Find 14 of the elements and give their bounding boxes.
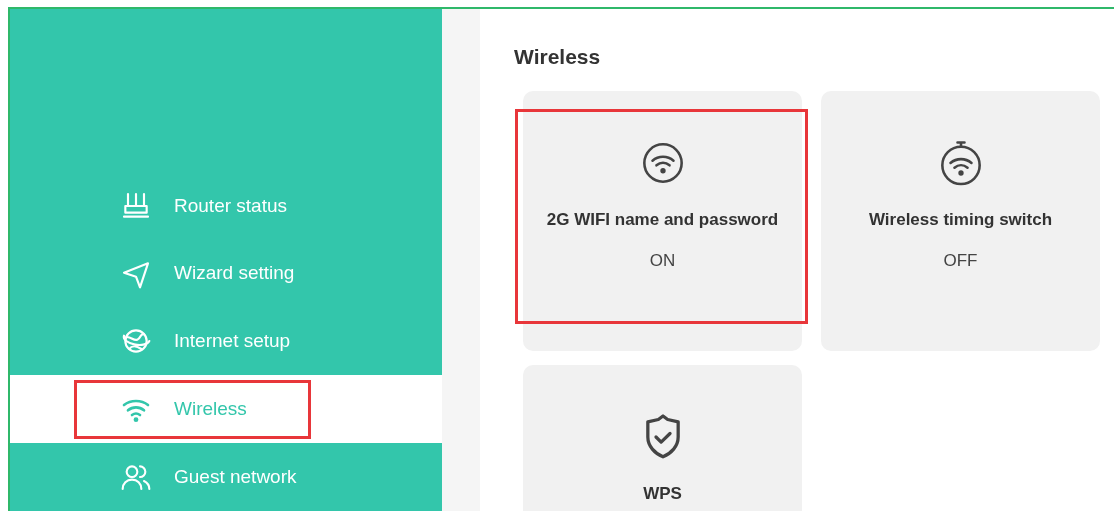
sidebar-item[interactable]: Wireless [10,375,442,444]
card-title: Wireless timing switch [868,208,1053,231]
sidebar-label: Router status [174,193,287,218]
settings-card[interactable]: WPS [523,364,802,511]
sidebar-label: Internet setup [174,329,291,354]
sidebar-label: Guest network [174,464,297,489]
settings-card[interactable]: Wireless timing switch OFF [821,90,1100,351]
card-title: 2G WIFI name and password [546,208,779,231]
sidebar-label: Wireless [174,397,247,422]
section-title: Wireless [514,44,602,70]
card-status: ON [649,250,676,272]
card-status: OFF [943,250,978,272]
card-title: WPS [643,482,682,505]
sidebar-label: Wizard setting [174,261,295,286]
